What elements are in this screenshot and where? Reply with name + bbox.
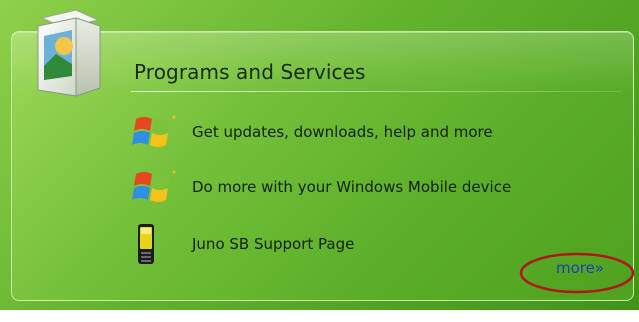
more-link[interactable]: more» — [556, 259, 604, 277]
window-background: Programs and Services Get updates, downl… — [0, 0, 639, 310]
panel-title: Programs and Services — [134, 60, 366, 84]
software-box-icon — [37, 9, 101, 97]
mobile-phone-icon — [138, 224, 154, 264]
windows-flag-icon — [132, 115, 176, 147]
link-juno-support-page[interactable]: Juno SB Support Page — [130, 223, 600, 265]
item-label: Do more with your Windows Mobile device — [192, 178, 512, 196]
item-label: Juno SB Support Page — [192, 235, 355, 253]
title-divider — [131, 91, 621, 92]
link-get-updates[interactable]: Get updates, downloads, help and more — [130, 111, 600, 153]
link-windows-mobile-device[interactable]: Do more with your Windows Mobile device — [130, 166, 600, 208]
windows-flag-icon — [132, 170, 176, 202]
item-label: Get updates, downloads, help and more — [192, 123, 493, 141]
